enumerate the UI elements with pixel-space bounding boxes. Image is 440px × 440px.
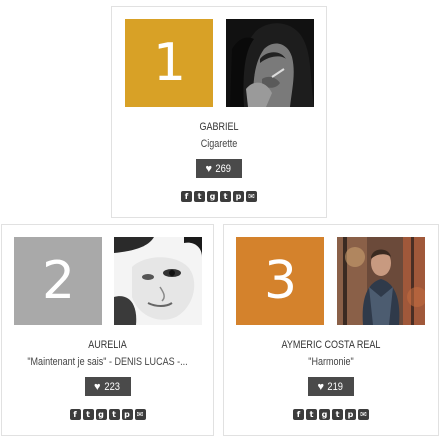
like-button[interactable]: ♥ 223 — [84, 377, 131, 396]
like-count: 219 — [327, 380, 344, 393]
ranking-card-2: 2 AURELIA "Maintenant je sais" - DENIS L… — [1, 224, 214, 436]
song-title[interactable]: "Maintenant je sais" - DENIS LUCAS -... — [21, 356, 194, 368]
artist-photo[interactable] — [226, 19, 314, 107]
artist-name[interactable]: AYMERIC COSTA REAL — [243, 339, 418, 351]
twitter-icon[interactable]: t — [306, 409, 317, 420]
facebook-icon[interactable]: f — [181, 191, 192, 202]
google-plus-icon[interactable]: g — [319, 409, 330, 420]
share-icons: f t g t p ✉ — [112, 191, 326, 202]
artist-name[interactable]: GABRIEL — [131, 121, 306, 133]
heart-icon: ♥ — [205, 162, 213, 175]
twitter-icon[interactable]: t — [82, 409, 94, 420]
pinterest-icon[interactable]: p — [233, 191, 244, 202]
tumblr-icon[interactable]: t — [332, 409, 343, 420]
rank-badge: 2 — [14, 237, 102, 325]
like-count: 269 — [215, 162, 232, 175]
share-icons: f t g t p ✉ — [224, 409, 438, 420]
pinterest-icon[interactable]: p — [345, 409, 356, 420]
song-title[interactable]: "Harmonie" — [243, 356, 418, 368]
heart-icon: ♥ — [317, 380, 325, 393]
tumblr-icon[interactable]: t — [108, 409, 120, 420]
facebook-icon[interactable]: f — [69, 409, 81, 420]
rank-badge: 3 — [236, 237, 324, 325]
email-icon[interactable]: ✉ — [246, 191, 257, 202]
artist-photo[interactable] — [337, 237, 425, 325]
like-button[interactable]: ♥ 219 — [308, 377, 354, 396]
ranking-card-1: 1 GABRIEL Cigarette ♥ 269 f t g t p ✉ — [111, 6, 327, 218]
share-icons: f t g t p ✉ — [2, 409, 213, 420]
like-count: 223 — [103, 380, 120, 393]
email-icon[interactable]: ✉ — [134, 409, 146, 420]
heart-icon: ♥ — [94, 380, 101, 393]
google-plus-icon[interactable]: g — [95, 409, 107, 420]
rank-badge: 1 — [125, 19, 213, 107]
song-title[interactable]: Cigarette — [131, 138, 306, 150]
facebook-icon[interactable]: f — [293, 409, 304, 420]
like-button[interactable]: ♥ 269 — [196, 159, 242, 178]
artist-photo[interactable] — [114, 237, 202, 325]
tumblr-icon[interactable]: t — [220, 191, 231, 202]
twitter-icon[interactable]: t — [194, 191, 205, 202]
google-plus-icon[interactable]: g — [207, 191, 218, 202]
artist-name[interactable]: AURELIA — [21, 339, 194, 351]
email-icon[interactable]: ✉ — [358, 409, 369, 420]
pinterest-icon[interactable]: p — [121, 409, 133, 420]
ranking-card-3: 3 AYMERIC COSTA REAL "Harmonie" ♥ 219 f … — [223, 224, 439, 436]
